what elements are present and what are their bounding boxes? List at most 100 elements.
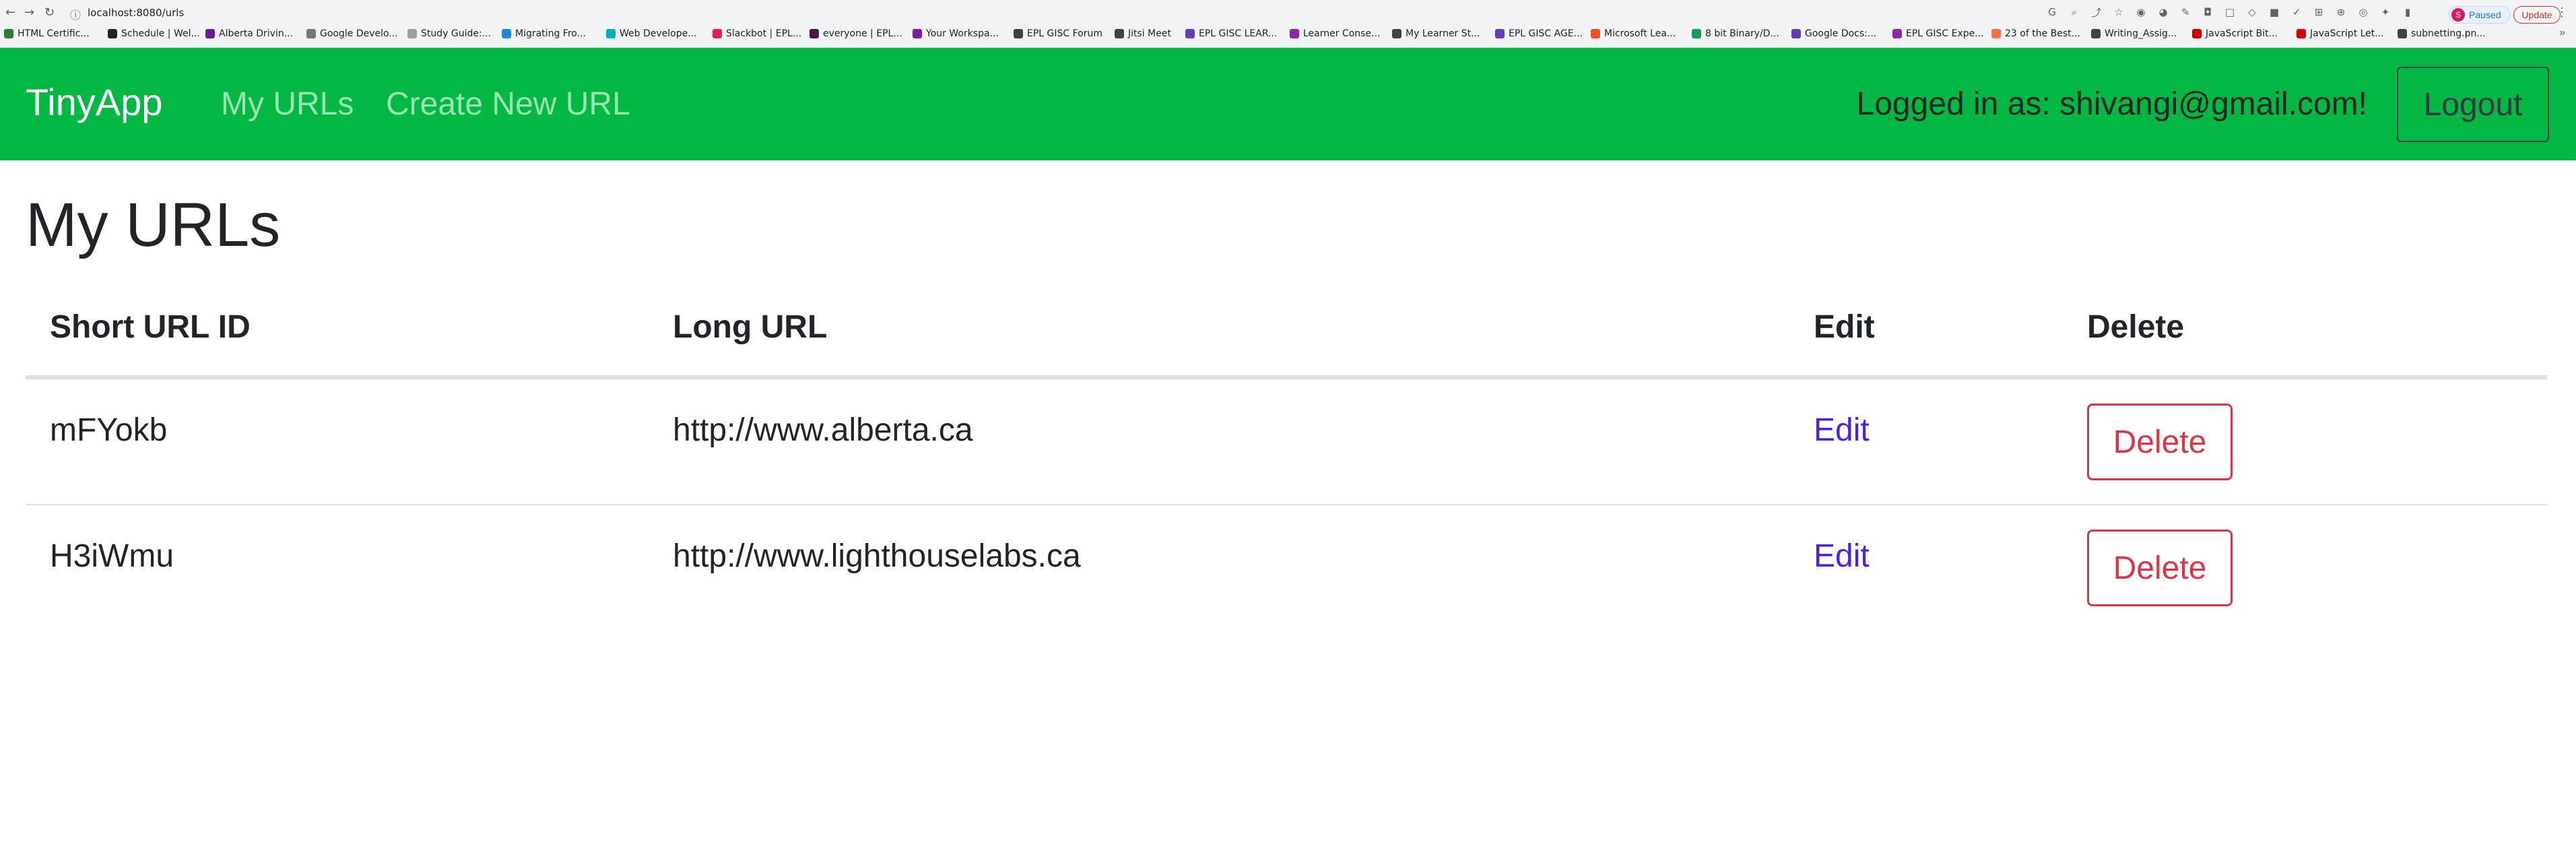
- nav-link-create-new-url[interactable]: Create New URL: [386, 86, 630, 123]
- long-url: http://www.alberta.ca: [649, 377, 1789, 505]
- edit-cell: Edit: [1789, 505, 2063, 632]
- bookmark-favicon-icon: [1115, 29, 1124, 38]
- bookmark-item[interactable]: Jitsi Meet: [1115, 28, 1171, 39]
- bookmark-item[interactable]: EPL GISC Forum: [1014, 28, 1102, 39]
- extension-circle-icon[interactable]: ◎: [2356, 5, 2370, 19]
- bookmark-label: Migrating Fro...: [515, 28, 586, 39]
- bookmark-favicon-icon: [1991, 29, 2001, 38]
- bookmark-label: Web Develope...: [620, 28, 697, 39]
- bookmark-item[interactable]: HTML Certific...: [4, 28, 90, 39]
- bookmark-label: Your Workspa...: [926, 28, 999, 39]
- extension-shield-icon[interactable]: ◇: [2245, 5, 2259, 19]
- bookmark-item[interactable]: My Learner St...: [1392, 28, 1480, 39]
- bookmark-favicon-icon: [1591, 29, 1600, 38]
- bookmark-favicon-icon: [4, 29, 13, 38]
- bookmark-item[interactable]: Alberta Drivin...: [205, 28, 293, 39]
- bookmark-favicon-icon: [2192, 29, 2202, 38]
- bookmark-item[interactable]: JavaScript Bit...: [2192, 28, 2278, 39]
- bookmark-item[interactable]: Google Docs:...: [1791, 28, 1876, 39]
- delete-button[interactable]: Delete: [2087, 530, 2233, 606]
- profile-button[interactable]: S Paused: [2449, 6, 2511, 24]
- bookmark-favicon-icon: [1892, 29, 1902, 38]
- address-bar[interactable]: localhost:8080/urls: [88, 7, 184, 19]
- update-button[interactable]: Update: [2513, 6, 2561, 24]
- bookmark-item[interactable]: EPL GISC Expe...: [1892, 28, 1984, 39]
- extension-dark-icon[interactable]: ■: [2268, 5, 2281, 19]
- back-icon[interactable]: ←: [5, 6, 15, 20]
- bookmark-favicon-icon: [1185, 29, 1195, 38]
- column-header-short-url-id: Short URL ID: [26, 279, 649, 379]
- bookmark-label: Slackbot | EPL...: [726, 28, 802, 39]
- bookmark-label: Learner Conse...: [1303, 28, 1381, 39]
- logout-button[interactable]: Logout: [2397, 67, 2549, 142]
- bookmark-favicon-icon: [1791, 29, 1801, 38]
- bookmarks-overflow-icon[interactable]: »: [2559, 27, 2565, 39]
- bookmark-item[interactable]: Schedule | Wel...: [108, 28, 200, 39]
- extension-camera-icon[interactable]: ◘: [2201, 5, 2214, 19]
- extension-box-icon[interactable]: □: [2223, 5, 2237, 19]
- bookmark-favicon-icon: [1692, 29, 1701, 38]
- bookmark-item[interactable]: Web Develope...: [606, 28, 697, 39]
- extension-grid-icon[interactable]: ⊞: [2312, 5, 2325, 19]
- bookmark-label: Writing_Assig...: [2105, 28, 2177, 39]
- bookmark-favicon-icon: [502, 29, 511, 38]
- address-row: ← → ↻ ⓘ localhost:8080/urls G ⌕ ⤴ ☆ ◉ ◕ …: [0, 3, 2576, 24]
- bookmark-label: subnetting.pn...: [2411, 28, 2486, 39]
- extension-color-icon[interactable]: ◕: [2156, 5, 2170, 19]
- short-url-id: mFYokb: [26, 377, 649, 505]
- bookmark-item[interactable]: 8 bit Binary/D...: [1692, 28, 1779, 39]
- bookmark-label: 23 of the Best...: [2005, 28, 2080, 39]
- bookmark-favicon-icon: [913, 29, 922, 38]
- reload-icon[interactable]: ↻: [44, 6, 55, 20]
- bookmark-item[interactable]: JavaScript Let...: [2297, 28, 2384, 39]
- bookmark-item[interactable]: everyone | EPL...: [810, 28, 902, 39]
- bookmark-item[interactable]: Microsoft Lea...: [1591, 28, 1676, 39]
- bookmark-item[interactable]: Slackbot | EPL...: [713, 28, 801, 39]
- logged-in-text: Logged in as: shivangi@gmail.com!: [1856, 86, 2367, 122]
- bookmark-label: EPL GISC AGE...: [1509, 28, 1583, 39]
- bookmarks-bar: HTML Certific... Schedule | Wel... Alberta…: [0, 26, 2576, 44]
- bookmark-label: HTML Certific...: [18, 28, 90, 39]
- extensions-puzzle-icon[interactable]: ✦: [2379, 5, 2392, 19]
- table-row: mFYokb http://www.alberta.ca Edit Delete: [26, 377, 2547, 505]
- bookmark-item[interactable]: Writing_Assig...: [2091, 28, 2177, 39]
- extension-dropper-icon[interactable]: ✎: [2179, 5, 2192, 19]
- edit-cell: Edit: [1789, 377, 2063, 505]
- bookmark-item[interactable]: Your Workspa...: [913, 28, 999, 39]
- bookmark-star-icon[interactable]: ☆: [2112, 5, 2125, 19]
- forward-icon[interactable]: →: [24, 6, 34, 20]
- more-menu-icon[interactable]: ⋮: [2556, 5, 2568, 20]
- bookmark-item[interactable]: EPL GISC LEAR...: [1185, 28, 1277, 39]
- avatar: S: [2451, 8, 2465, 22]
- bookmark-favicon-icon: [1290, 29, 1299, 38]
- nav-link-my-urls[interactable]: My URLs: [221, 86, 354, 123]
- zoom-icon[interactable]: ⌕: [2068, 5, 2081, 19]
- bookmark-item[interactable]: 23 of the Best...: [1991, 28, 2080, 39]
- share-icon[interactable]: ⤴: [2090, 5, 2103, 19]
- extension-record-icon[interactable]: ◉: [2134, 5, 2148, 19]
- bookmark-favicon-icon: [407, 29, 417, 38]
- bookmark-item[interactable]: subnetting.pn...: [2398, 28, 2486, 39]
- bookmark-item[interactable]: Google Develo...: [306, 28, 398, 39]
- bookmark-item[interactable]: Study Guide:...: [407, 28, 491, 39]
- delete-button[interactable]: Delete: [2087, 404, 2233, 480]
- bookmark-item[interactable]: EPL GISC AGE...: [1495, 28, 1583, 39]
- bookmark-favicon-icon: [2297, 29, 2306, 38]
- edit-link[interactable]: Edit: [1814, 412, 1870, 448]
- bookmark-item[interactable]: Learner Conse...: [1290, 28, 1380, 39]
- bookmark-favicon-icon: [1392, 29, 1401, 38]
- extension-globe-icon[interactable]: ⊕: [2334, 5, 2348, 19]
- brand-link[interactable]: TinyApp: [26, 80, 162, 124]
- column-header-long-url: Long URL: [649, 279, 1789, 379]
- edit-link[interactable]: Edit: [1814, 538, 1870, 574]
- side-panel-icon[interactable]: ▮: [2401, 5, 2414, 19]
- google-lens-icon[interactable]: G: [2045, 5, 2059, 19]
- bookmark-item[interactable]: Migrating Fro...: [502, 28, 586, 39]
- table-header-row: Short URL ID Long URL Edit Delete: [26, 279, 2547, 379]
- extension-translate-icon[interactable]: ✓: [2290, 5, 2303, 19]
- toolbar-icons: G ⌕ ⤴ ☆ ◉ ◕ ✎ ◘ □ ◇ ■ ✓ ⊞ ⊕ ◎ ✦ ▮: [2045, 5, 2414, 19]
- site-info-icon[interactable]: ⓘ: [70, 6, 81, 22]
- urls-table: Short URL ID Long URL Edit Delete mFYokb…: [26, 279, 2547, 632]
- bookmark-label: JavaScript Bit...: [2206, 28, 2278, 39]
- column-header-edit: Edit: [1789, 279, 2063, 379]
